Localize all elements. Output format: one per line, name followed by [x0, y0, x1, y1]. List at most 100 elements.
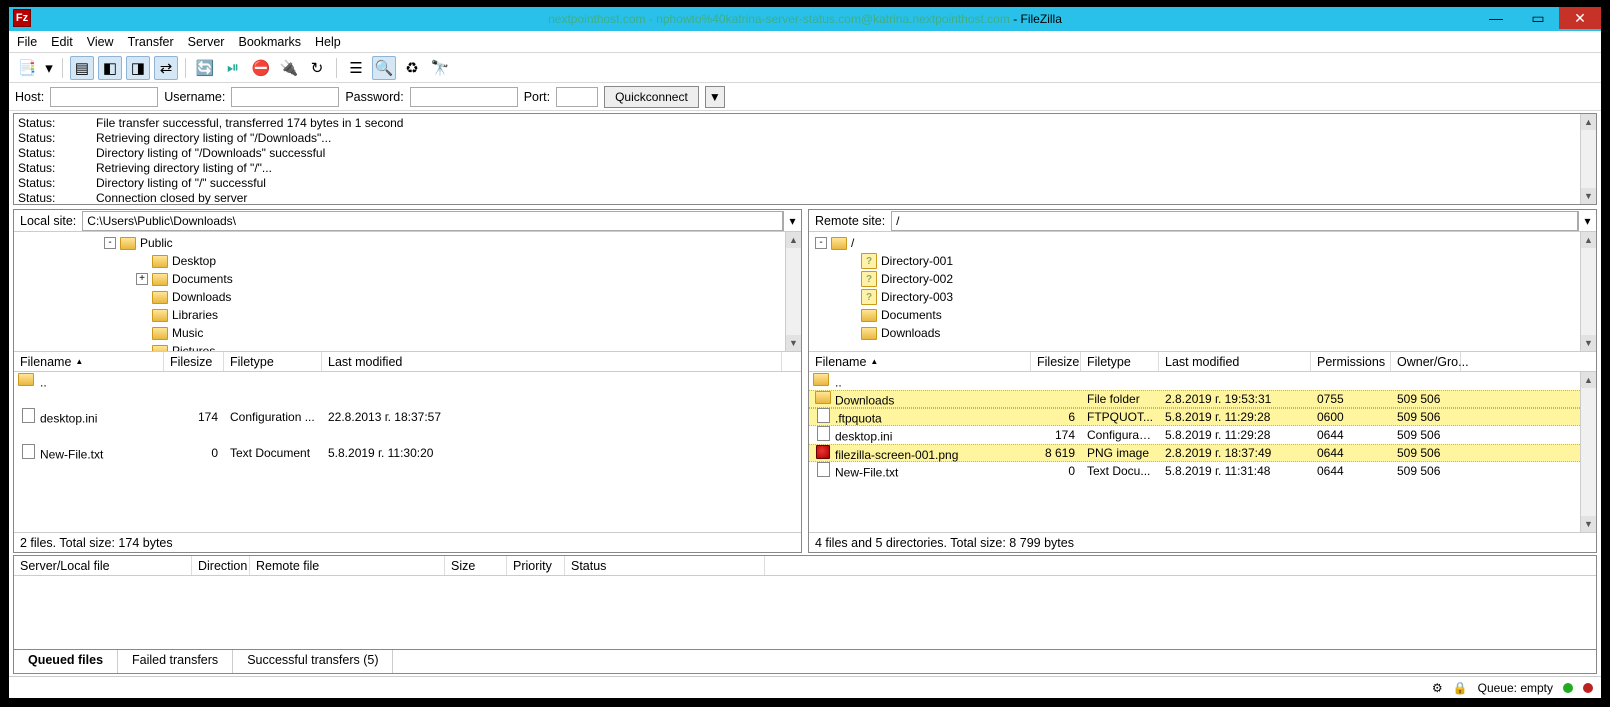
file-row[interactable]: .ftpquota6FTPQUOT...5.8.2019 г. 11:29:28… [809, 408, 1596, 426]
sync-browse-button[interactable]: ♻ [400, 56, 424, 80]
tree-node[interactable]: Desktop [14, 252, 801, 270]
remote-tree-scrollbar[interactable]: ▲▼ [1580, 232, 1596, 351]
file-row[interactable]: desktop.ini174Configuration ...22.8.2013… [14, 408, 801, 426]
tab-failed-transfers[interactable]: Failed transfers [118, 650, 233, 673]
toggle-local-tree-button[interactable]: ◧ [98, 56, 122, 80]
lock-icon[interactable]: 🔒 [1453, 681, 1468, 695]
file-row[interactable]: desktop.ini174Configurati...5.8.2019 г. … [809, 426, 1596, 444]
username-input[interactable] [231, 87, 339, 107]
compare-button[interactable]: 🔍 [372, 56, 396, 80]
filter-button[interactable]: ☰ [344, 56, 368, 80]
local-path-dropdown[interactable]: ▾ [783, 211, 801, 231]
remote-path-dropdown[interactable]: ▾ [1578, 211, 1596, 231]
reconnect-button[interactable]: ↻ [305, 56, 329, 80]
search-button[interactable]: 🔭 [428, 56, 452, 80]
toggle-log-button[interactable]: ▤ [70, 56, 94, 80]
menu-bookmarks[interactable]: Bookmarks [238, 35, 301, 49]
tree-node[interactable]: Libraries [14, 306, 801, 324]
process-queue-button[interactable]: ⏯ [221, 56, 245, 80]
toggle-remote-tree-button[interactable]: ◨ [126, 56, 150, 80]
tab-successful-transfers[interactable]: Successful transfers (5) [233, 650, 393, 673]
column-rem[interactable]: Remote file [250, 556, 445, 575]
tree-node[interactable]: Directory-002 [809, 270, 1596, 288]
queue-tabs[interactable]: Queued files Failed transfers Successful… [13, 650, 1597, 674]
file-row[interactable]: filezilla-screen-001.png8 619PNG image2.… [809, 444, 1596, 462]
remote-list-header[interactable]: Filename▲FilesizeFiletypeLast modifiedPe… [809, 352, 1596, 372]
column-mod[interactable]: Last modified [322, 352, 782, 371]
remote-path-input[interactable] [891, 211, 1578, 231]
tree-node[interactable]: -Public [14, 234, 801, 252]
file-row[interactable]: New-File.txt0Text Document5.8.2019 г. 11… [14, 444, 801, 462]
column-mod[interactable]: Last modified [1159, 352, 1311, 371]
port-input[interactable] [556, 87, 598, 107]
tree-node[interactable]: Documents [809, 306, 1596, 324]
disconnect-button[interactable]: 🔌 [277, 56, 301, 80]
log-label: Status: [18, 176, 68, 191]
column-size[interactable]: Size [445, 556, 507, 575]
local-file-list[interactable]: .. desktop.ini174Configuration ...22.8.20… [14, 372, 801, 532]
menu-bar[interactable]: File Edit View Transfer Server Bookmarks… [9, 31, 1601, 53]
column-pri[interactable]: Priority [507, 556, 565, 575]
file-row[interactable]: .. [809, 372, 1596, 390]
local-tree[interactable]: -PublicDesktop+DocumentsDownloadsLibrari… [14, 232, 801, 352]
tab-queued-files[interactable]: Queued files [14, 650, 118, 673]
log-scrollbar[interactable]: ▲▼ [1580, 114, 1596, 204]
local-list-header[interactable]: Filename▲FilesizeFiletypeLast modified [14, 352, 801, 372]
remote-tree[interactable]: -/Directory-001Directory-002Directory-00… [809, 232, 1596, 352]
file-row[interactable]: .. [14, 372, 801, 390]
column-size[interactable]: Filesize [164, 352, 224, 371]
column-type[interactable]: Filetype [224, 352, 322, 371]
maximize-button[interactable]: ▭ [1517, 7, 1559, 29]
file-row[interactable]: New-File.txt0Text Docu...5.8.2019 г. 11:… [809, 462, 1596, 480]
remote-list-scrollbar[interactable]: ▲▼ [1580, 372, 1596, 532]
local-tree-scrollbar[interactable]: ▲▼ [785, 232, 801, 351]
menu-help[interactable]: Help [315, 35, 341, 49]
file-row[interactable]: DownloadsFile folder2.8.2019 г. 19:53:31… [809, 390, 1596, 408]
quickconnect-button[interactable]: Quickconnect [604, 86, 699, 108]
tree-node[interactable]: Directory-001 [809, 252, 1596, 270]
column-type[interactable]: Filetype [1081, 352, 1159, 371]
cancel-button[interactable]: ⛔ [249, 56, 273, 80]
column-name[interactable]: Filename▲ [809, 352, 1031, 371]
column-name[interactable]: Filename▲ [14, 352, 164, 371]
menu-transfer[interactable]: Transfer [128, 35, 174, 49]
column-size[interactable]: Filesize [1031, 352, 1081, 371]
minimize-button[interactable]: — [1475, 7, 1517, 29]
gear-icon[interactable]: ⚙ [1432, 681, 1443, 695]
close-button[interactable]: ✕ [1559, 7, 1601, 29]
doc-icon [815, 462, 831, 476]
tree-node[interactable]: Pictures [14, 342, 801, 352]
password-label: Password: [345, 90, 403, 104]
tree-node[interactable]: Downloads [809, 324, 1596, 342]
quickconnect-dropdown[interactable]: ▼ [705, 86, 725, 108]
column-owner[interactable]: Owner/Gro... [1391, 352, 1461, 371]
host-input[interactable] [50, 87, 158, 107]
expand-icon[interactable]: + [136, 273, 148, 285]
column-perm[interactable]: Permissions [1311, 352, 1391, 371]
menu-server[interactable]: Server [188, 35, 225, 49]
tree-node[interactable]: Downloads [14, 288, 801, 306]
refresh-button[interactable]: 🔄 [193, 56, 217, 80]
log-message: Connection closed by server [96, 191, 247, 205]
toggle-transfer-queue-button[interactable]: ⇄ [154, 56, 178, 80]
tree-node[interactable]: -/ [809, 234, 1596, 252]
remote-file-list[interactable]: ..DownloadsFile folder2.8.2019 г. 19:53:… [809, 372, 1596, 532]
expand-icon[interactable]: - [104, 237, 116, 249]
site-manager-button[interactable]: 📑 [15, 56, 39, 80]
log-message: Retrieving directory listing of "/"... [96, 161, 272, 176]
column-srv[interactable]: Server/Local file [14, 556, 192, 575]
password-input[interactable] [410, 87, 518, 107]
unknown-folder-icon [861, 272, 877, 286]
tree-node[interactable]: Music [14, 324, 801, 342]
expand-icon[interactable]: - [815, 237, 827, 249]
column-stat[interactable]: Status [565, 556, 765, 575]
site-manager-dropdown[interactable]: ▾ [43, 56, 55, 80]
menu-edit[interactable]: Edit [51, 35, 73, 49]
menu-view[interactable]: View [87, 35, 114, 49]
tree-node[interactable]: +Documents [14, 270, 801, 288]
queue-header[interactable]: Server/Local fileDirectionRemote fileSiz… [14, 556, 1596, 576]
column-dir[interactable]: Direction [192, 556, 250, 575]
menu-file[interactable]: File [17, 35, 37, 49]
local-path-input[interactable] [82, 211, 783, 231]
tree-node[interactable]: Directory-003 [809, 288, 1596, 306]
